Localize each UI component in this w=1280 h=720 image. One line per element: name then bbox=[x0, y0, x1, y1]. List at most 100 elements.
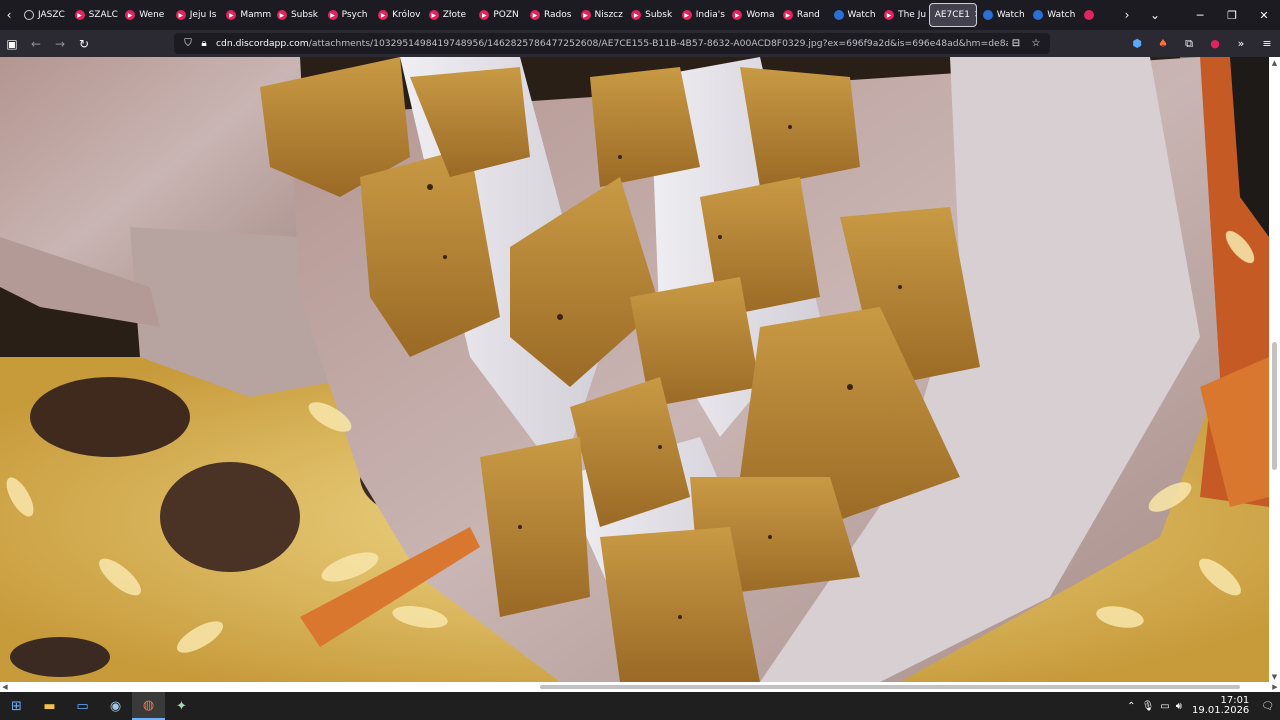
site-icon bbox=[982, 10, 993, 20]
tab-label: Wene bbox=[139, 10, 165, 20]
youtube-icon: ▶ bbox=[428, 10, 439, 20]
tab[interactable]: ▶ Woma bbox=[726, 3, 777, 27]
tab[interactable]: ▶ Subsk bbox=[625, 3, 676, 27]
clock[interactable]: 17:01 19.01.2026 bbox=[1192, 696, 1249, 716]
tab-label: Jeju Is bbox=[189, 10, 217, 20]
url-bar[interactable]: ⛉ 🔒︎ cdn.discordapp.com/attachments/1032… bbox=[174, 33, 1050, 54]
tab-label: Watch bbox=[847, 10, 876, 20]
microphone-icon[interactable]: 🎙︎ bbox=[1142, 701, 1155, 712]
back-button[interactable]: ← bbox=[24, 30, 48, 57]
horizontal-scroll-thumb[interactable] bbox=[540, 685, 1240, 689]
site-icon bbox=[1033, 10, 1044, 20]
tab-label: Subsk bbox=[645, 10, 673, 20]
tab-label: POZN bbox=[493, 10, 519, 20]
vpn-extension-icon[interactable]: ⬢ bbox=[1124, 37, 1150, 50]
youtube-icon: ▶ bbox=[378, 10, 389, 20]
tab[interactable]: ▶ Mamm bbox=[220, 3, 271, 27]
tab[interactable]: ▶ Rand bbox=[777, 3, 828, 27]
tab-list: JASZC ▶ SZALC ▶ Wene ▶ Jeju Is ▶ Mamm ▶ Subsk ▶ Psyc… bbox=[18, 0, 1118, 30]
url-path: /attachments/1032951498419748956/1462825… bbox=[308, 38, 1008, 49]
tab[interactable]: ▶ Królov bbox=[372, 3, 423, 27]
scroll-up-arrow-icon[interactable]: ▲ bbox=[1269, 57, 1280, 68]
url-text[interactable]: cdn.discordapp.com/attachments/103295149… bbox=[216, 38, 1008, 49]
tab-label: Woma bbox=[746, 10, 775, 20]
tab[interactable]: Watch bbox=[828, 3, 879, 27]
scroll-left-arrow-icon[interactable]: ◀ bbox=[0, 682, 10, 692]
tab[interactable]: ▶ India's bbox=[676, 3, 727, 27]
tab[interactable]: ▶ SZALC bbox=[69, 3, 120, 27]
clock-date: 19.01.2026 bbox=[1192, 705, 1250, 716]
tab-label: Watch bbox=[996, 10, 1025, 20]
network-icon[interactable]: ▭ bbox=[1160, 701, 1169, 712]
reload-button[interactable]: ↻ bbox=[72, 30, 96, 57]
tab-label: Mamm bbox=[240, 10, 271, 20]
tab-label: JASZC bbox=[38, 10, 65, 20]
tab[interactable]: ▶ Jeju Is bbox=[170, 3, 221, 27]
youtube-icon: ▶ bbox=[732, 10, 743, 20]
vertical-scrollbar[interactable]: ▲ ▼ bbox=[1269, 57, 1280, 682]
youtube-icon: ▶ bbox=[479, 10, 490, 20]
tab[interactable]: JASZC bbox=[18, 3, 69, 27]
tab[interactable]: ▶ Psych bbox=[322, 3, 373, 27]
youtube-icon: ▶ bbox=[782, 10, 793, 20]
vertical-scroll-thumb[interactable] bbox=[1272, 342, 1277, 470]
tray-expand-icon[interactable]: ⌃ bbox=[1127, 701, 1135, 712]
minimize-button[interactable]: ─ bbox=[1184, 0, 1216, 30]
sidebar-toggle-icon[interactable]: ▣ bbox=[0, 30, 24, 57]
tab-label: Niszcz bbox=[594, 10, 623, 20]
restore-button[interactable]: ❐ bbox=[1216, 0, 1248, 30]
tab-label: Złote bbox=[442, 10, 467, 20]
youtube-icon: ▶ bbox=[125, 10, 136, 20]
youtube-icon: ▶ bbox=[175, 10, 186, 20]
tab-active[interactable]: AE7CE1✕ bbox=[928, 3, 977, 27]
youtube-icon: ▶ bbox=[74, 10, 85, 20]
app-icon[interactable]: ✦ bbox=[165, 692, 198, 720]
tab[interactable]: ▶ Wene bbox=[119, 3, 170, 27]
tab-strip: ‹ JASZC ▶ SZALC ▶ Wene ▶ Jeju Is ▶ Mamm ▶ Subsk ▶ Ps… bbox=[0, 0, 1280, 30]
tab[interactable]: Watch bbox=[1027, 3, 1078, 27]
tab[interactable]: ▶ Subsk bbox=[271, 3, 322, 27]
tab[interactable]: ▶ POZN bbox=[473, 3, 524, 27]
app-menu-icon[interactable]: ≡ bbox=[1254, 37, 1280, 50]
volume-icon[interactable]: 🔊︎ bbox=[1176, 701, 1182, 712]
tab-label: India's bbox=[695, 10, 725, 20]
tab[interactable]: ▶ Rados bbox=[524, 3, 575, 27]
food-photo bbox=[0, 57, 1269, 682]
blank-page-icon bbox=[24, 10, 34, 20]
notifications-icon[interactable]: 🗨︎ bbox=[1261, 701, 1274, 712]
tab[interactable]: ▶ The Ju bbox=[878, 3, 929, 27]
tab-label: Watch bbox=[1047, 10, 1076, 20]
lock-icon[interactable]: 🔒︎ bbox=[196, 38, 212, 49]
overflow-menu-icon[interactable]: » bbox=[1228, 37, 1254, 50]
extensions-puzzle-icon[interactable]: ⧉ bbox=[1176, 37, 1202, 51]
youtube-icon: ▶ bbox=[276, 10, 287, 20]
steam-icon[interactable]: ◉ bbox=[99, 692, 132, 720]
file-explorer-icon[interactable]: ▬ bbox=[33, 692, 66, 720]
monitor-app-icon[interactable]: ▭ bbox=[66, 692, 99, 720]
tab-label: The Ju bbox=[898, 10, 927, 20]
tab[interactable]: ▶ Złote bbox=[423, 3, 474, 27]
horizontal-scrollbar[interactable]: ◀ ▶ bbox=[0, 682, 1280, 692]
scroll-tabs-right-button[interactable]: › bbox=[1118, 0, 1136, 30]
tab-label: Subsk bbox=[290, 10, 318, 20]
tracking-protection-icon[interactable]: ⛉ bbox=[180, 38, 196, 49]
extension-icon[interactable]: ♠ bbox=[1150, 37, 1176, 50]
scroll-down-arrow-icon[interactable]: ▼ bbox=[1269, 671, 1280, 682]
scroll-tabs-left-button[interactable]: ‹ bbox=[0, 0, 18, 30]
scroll-right-arrow-icon[interactable]: ▶ bbox=[1270, 682, 1280, 692]
tab[interactable]: Watch bbox=[977, 3, 1028, 27]
firefox-icon[interactable]: ◍ bbox=[132, 692, 165, 720]
tab-label: SZALC bbox=[88, 10, 118, 20]
list-all-tabs-button[interactable]: ⌄ bbox=[1146, 0, 1164, 30]
ublock-icon[interactable]: ● bbox=[1202, 37, 1228, 50]
youtube-icon: ▶ bbox=[884, 10, 895, 20]
tab[interactable] bbox=[1078, 3, 1100, 27]
image-viewer bbox=[0, 57, 1269, 682]
tab[interactable]: ▶ Niszcz bbox=[575, 3, 626, 27]
close-window-button[interactable]: ✕ bbox=[1248, 0, 1280, 30]
start-button[interactable]: ⊞ bbox=[0, 692, 33, 720]
youtube-icon: ▶ bbox=[327, 10, 338, 20]
forward-button[interactable]: → bbox=[48, 30, 72, 57]
reader-mode-icon[interactable]: ⊟ bbox=[1008, 38, 1024, 49]
bookmark-star-icon[interactable]: ☆ bbox=[1028, 38, 1044, 49]
